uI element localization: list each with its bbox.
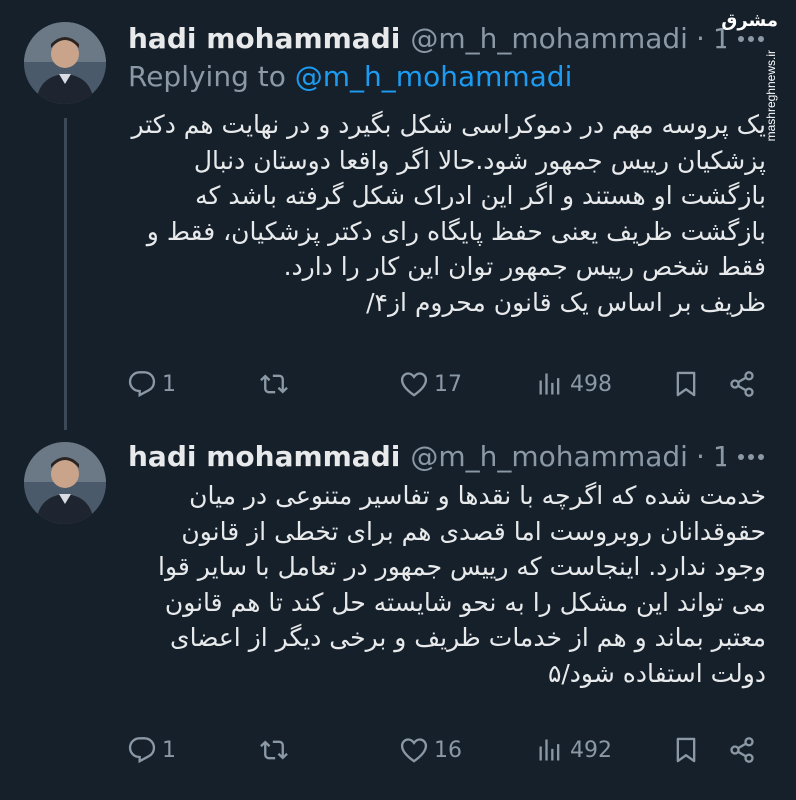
separator-dot: ·	[695, 21, 705, 55]
retweet-button[interactable]	[260, 730, 294, 770]
bookmark-icon	[676, 737, 696, 763]
views-icon	[539, 739, 560, 761]
action-bar: 1 17 498	[128, 364, 768, 404]
timestamp[interactable]: 1h	[713, 440, 726, 473]
replying-handle-link[interactable]: @m_h_mohammadi	[295, 60, 573, 93]
reply-count: 1	[162, 737, 176, 763]
bookmark-icon	[676, 371, 696, 397]
display-name[interactable]: hadi mohammadi	[128, 22, 400, 55]
tweet-text-line: بازگشت ظریف یعنی حفظ پایگاه رای دکتر پزش…	[146, 216, 766, 246]
watermark-url: mashreghnews.ir	[764, 50, 778, 142]
display-name[interactable]: hadi mohammadi	[128, 440, 400, 473]
heart-icon	[400, 738, 428, 763]
views-button[interactable]: 492	[536, 730, 612, 770]
tweet-text-line: حقوقدانان روبروست اما قصدی هم برای تخطی …	[181, 516, 766, 546]
more-options-icon[interactable]	[736, 442, 766, 472]
retweet-icon	[260, 740, 288, 760]
reply-icon	[128, 737, 156, 764]
replying-label: Replying to	[128, 60, 295, 93]
tweet-text-line: دولت استفاده شود/۵	[547, 658, 766, 688]
views-icon	[539, 373, 560, 395]
user-handle[interactable]: @m_h_mohammadi	[410, 440, 688, 473]
tweet-text-line: ظریف بر اساس یک قانون محروم از۴/	[366, 287, 766, 317]
tweet-header: hadi mohammadi @m_h_mohammadi · 1h	[128, 18, 726, 58]
heart-icon	[400, 372, 428, 397]
share-icon	[730, 371, 754, 397]
like-button[interactable]: 16	[400, 730, 462, 770]
bookmark-button[interactable]	[672, 364, 700, 404]
tweet-text-line: می تواند این مشکل را به نحو شایسته حل کن…	[164, 587, 766, 617]
tweet-text-line: وجود ندارد. اینجاست که رییس جمهور در تعا…	[158, 552, 766, 581]
tweet-text-line: خدمت شده که اگرچه با نقدها و تفاسیر متنو…	[189, 481, 766, 510]
tweet-text-line: بازگشت او هستند و اگر این ادراک شکل گرفت…	[195, 181, 766, 210]
tweet-text-line: معتبر بماند و هم از خدمات ظریف و برخی دی…	[170, 623, 766, 652]
like-count: 17	[434, 371, 462, 397]
watermark: مشرق mashreghnews.ir	[721, 10, 794, 220]
user-handle[interactable]: @m_h_mohammadi	[410, 22, 688, 55]
reply-button[interactable]: 1	[128, 730, 176, 770]
bookmark-button[interactable]	[672, 730, 700, 770]
like-count: 16	[434, 737, 462, 763]
like-button[interactable]: 17	[400, 364, 462, 404]
action-bar: 1 16 492	[128, 730, 768, 770]
reply-count: 1	[162, 371, 176, 397]
share-button[interactable]	[728, 364, 756, 404]
retweet-icon	[260, 374, 288, 394]
reply-button[interactable]: 1	[128, 364, 176, 404]
avatar[interactable]	[24, 22, 106, 104]
view-count: 492	[570, 737, 612, 763]
share-icon	[730, 737, 754, 763]
tweet-1[interactable]: hadi mohammadi @m_h_mohammadi · 1h Reply…	[0, 0, 796, 430]
tweet-text: خدمت شده که اگرچه با نقدها و تفاسیر متنو…	[126, 478, 766, 691]
tweet-text: یک پروسه مهم در دموکراسی شکل بگیرد و در …	[126, 107, 766, 320]
tweet-text-line: پزشکیان رییس جمهور شود.حالا اگر واقعا دو…	[193, 145, 766, 175]
tweet-text-line: فقط شخص رییس جمهور توان این کار را دارد.	[283, 252, 766, 281]
view-count: 498	[570, 371, 612, 397]
views-button[interactable]: 498	[536, 364, 612, 404]
thread-line	[64, 118, 67, 430]
avatar[interactable]	[24, 442, 106, 524]
tweet-text-line: یک پروسه مهم در دموکراسی شکل بگیرد و در …	[131, 110, 766, 139]
tweet-header: hadi mohammadi @m_h_mohammadi · 1h	[128, 436, 726, 476]
separator-dot: ·	[695, 439, 705, 473]
retweet-button[interactable]	[260, 364, 294, 404]
replying-to: Replying to @m_h_mohammadi	[128, 60, 572, 93]
watermark-logo: مشرق	[721, 10, 778, 31]
share-button[interactable]	[728, 730, 756, 770]
reply-icon	[128, 371, 156, 398]
